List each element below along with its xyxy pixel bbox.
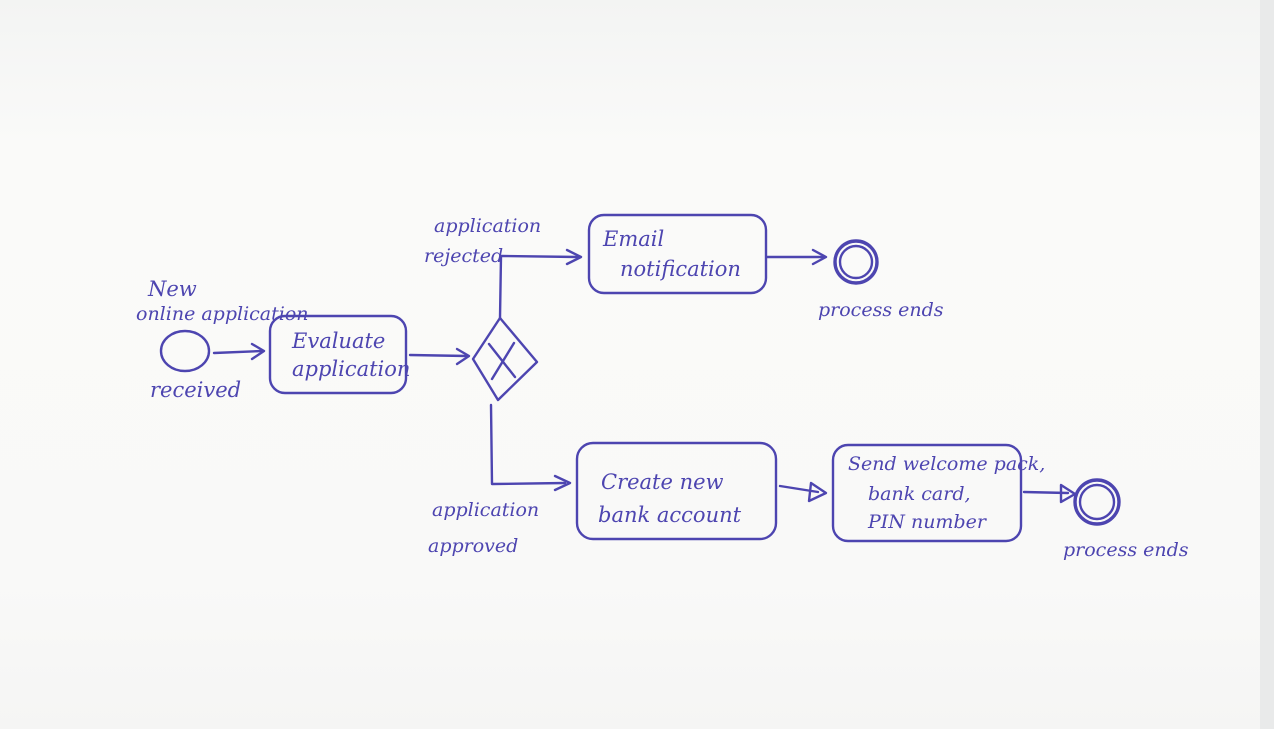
start-event-label-3: received [150,378,241,402]
end-event-bottom-outer[interactable] [1073,478,1121,526]
task-evaluate[interactable] [268,314,408,395]
end-event-top-label: process ends [818,299,944,321]
task-send-line3: PIN number [867,511,988,533]
diagram-canvas: New online application received Evaluate… [0,0,1274,729]
task-send-line2: bank card, [868,483,971,505]
task-send-line1: Send welcome pack, [848,453,1045,475]
flow-gateway-to-create [489,403,567,486]
task-email-line1: Email [602,227,664,251]
start-event-label-1: New [147,277,197,301]
flow-create-to-send [778,484,820,494]
rejected-label-2: rejected [424,245,503,267]
rejected-label-1: application [434,215,541,237]
end-event-bottom-inner [1078,483,1116,521]
task-create-line1: Create new [601,470,724,494]
approved-label-1: application [432,499,539,521]
flow-gateway-to-email [498,254,580,320]
gateway-x-mark-b [490,341,516,381]
end-event-top-outer[interactable] [833,239,879,285]
approved-label-2: approved [428,535,518,557]
process-diagram: New online application received Evaluate… [136,213,1189,561]
task-email-line2: notification [620,257,741,281]
flow-start-to-evaluate [212,349,264,355]
end-event-top-inner [838,244,874,280]
task-evaluate-line2: application [292,357,410,381]
start-event-label-2: online application [136,303,309,325]
start-event-circle[interactable] [159,329,211,373]
flow-evaluate-to-gateway [408,353,469,358]
end-event-bottom-label: process ends [1063,539,1189,561]
task-create-line2: bank account [598,503,742,527]
task-evaluate-line1: Evaluate [291,329,385,353]
